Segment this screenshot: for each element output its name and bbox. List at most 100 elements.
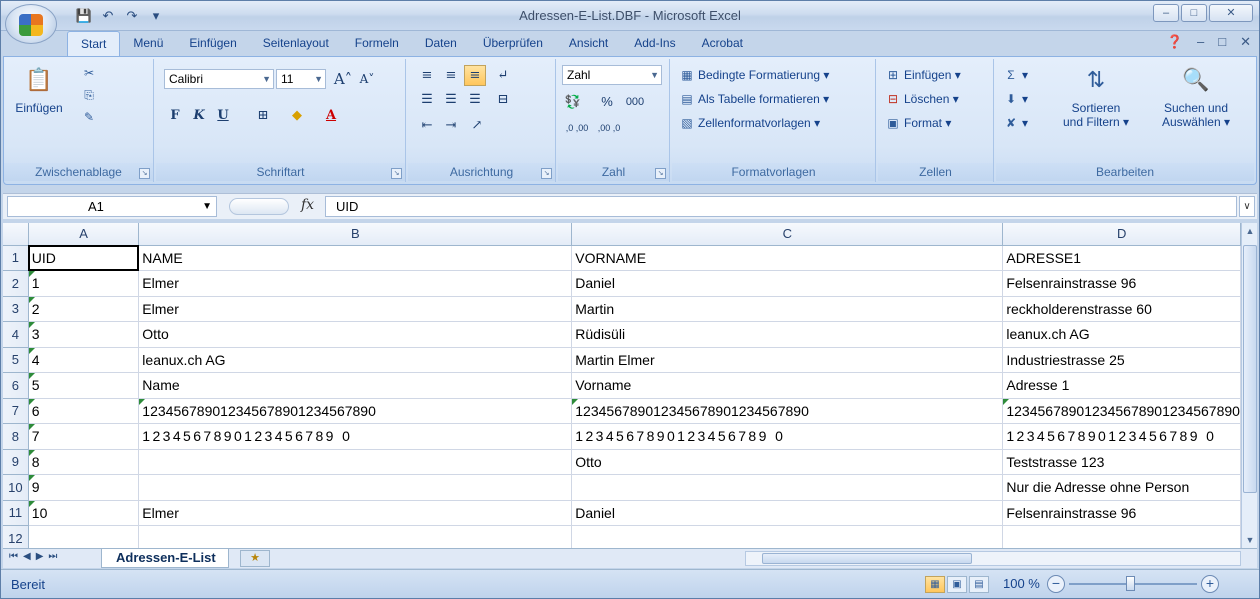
cell-b7[interactable]: 123456789012345678901234567890 (138, 398, 573, 424)
column-header-d[interactable]: D (1002, 223, 1241, 246)
alignment-launcher-icon[interactable]: ↘ (541, 168, 552, 179)
cell-d3[interactable]: reckholderenstrasse 60 (1002, 296, 1241, 322)
cell-d5[interactable]: Industriestrasse 25 (1002, 347, 1241, 373)
cell-a6[interactable]: 5 (28, 372, 140, 399)
cell-b3[interactable]: Elmer (138, 296, 573, 322)
name-box[interactable]: A1 ▼ (7, 196, 217, 217)
align-center-icon[interactable]: ☰ (440, 89, 462, 110)
tab-formulas[interactable]: Formeln (342, 31, 412, 56)
currency-icon[interactable]: 💱 (562, 91, 584, 112)
cell-c3[interactable]: Martin (571, 296, 1004, 322)
decrease-indent-icon[interactable]: ⇤ (416, 115, 438, 136)
cell-a7[interactable]: 6 (28, 398, 140, 424)
tab-acrobat[interactable]: Acrobat (689, 31, 756, 56)
cell-c2[interactable]: Daniel (571, 270, 1004, 297)
row-header[interactable]: 3 (3, 296, 29, 322)
row-header[interactable]: 1 (3, 245, 29, 271)
cell-c9[interactable]: Otto (571, 449, 1004, 475)
find-select-button[interactable]: 🔍 Suchen und Auswählen ▾ (1148, 63, 1244, 129)
thousands-button[interactable]: 000 (620, 91, 650, 112)
prev-sheet-icon[interactable]: ◀ (23, 551, 31, 562)
select-all-corner[interactable] (3, 223, 29, 246)
cell-a5[interactable]: 4 (28, 347, 140, 373)
sheet-tab-adressen[interactable]: Adressen-E-List (101, 549, 229, 568)
format-painter-button[interactable]: ✎ (80, 107, 100, 127)
row-header[interactable]: 9 (3, 449, 29, 475)
cell-styles-button[interactable]: ▧ Zellenformatvorlagen ▾ (678, 113, 820, 133)
first-sheet-icon[interactable]: ⏮ (9, 551, 18, 562)
formula-bar-handle[interactable] (229, 198, 289, 215)
cell-c4[interactable]: Rüdisüli (571, 321, 1004, 348)
wrap-text-icon[interactable]: ↵ (492, 65, 514, 86)
fill-button[interactable]: ⬇ ▾ (1002, 89, 1028, 109)
cell-b12[interactable] (138, 525, 573, 548)
maximize-button[interactable]: □ (1181, 4, 1207, 22)
fill-color-icon[interactable]: ◆ (286, 105, 308, 126)
font-color-icon[interactable]: A (320, 105, 342, 126)
page-break-view-icon[interactable]: ▤ (969, 576, 989, 593)
close-button[interactable]: ✕ (1209, 4, 1253, 22)
tab-menu[interactable]: Menü (120, 31, 176, 56)
zoom-slider-thumb[interactable] (1126, 576, 1135, 591)
cell-b4[interactable]: Otto (138, 321, 573, 348)
bold-button[interactable]: F (164, 105, 186, 126)
cell-b9[interactable] (138, 449, 573, 475)
cell-c6[interactable]: Vorname (571, 372, 1004, 399)
tab-insert[interactable]: Einfügen (176, 31, 249, 56)
ribbon-close-icon[interactable]: ✕ (1240, 34, 1251, 50)
formula-input[interactable]: UID (325, 196, 1237, 217)
cell-d4[interactable]: leanux.ch AG (1002, 321, 1241, 348)
row-header[interactable]: 11 (3, 500, 29, 526)
tab-data[interactable]: Daten (412, 31, 470, 56)
cell-b1[interactable]: NAME (138, 245, 573, 271)
cell-b5[interactable]: leanux.ch AG (138, 347, 573, 373)
cell-b6[interactable]: Name (138, 372, 573, 399)
merge-center-icon[interactable]: ⊟ (492, 89, 514, 110)
sort-filter-button[interactable]: ⇅ Sortieren und Filtern ▾ (1048, 63, 1144, 129)
cell-a4[interactable]: 3 (28, 321, 140, 348)
paste-button[interactable]: 📋 Einfügen (12, 63, 66, 115)
format-cells-button[interactable]: ▣ Format ▾ (884, 113, 951, 133)
row-header[interactable]: 2 (3, 270, 29, 297)
cell-d12[interactable] (1002, 525, 1241, 548)
last-sheet-icon[interactable]: ⏭ (48, 551, 57, 562)
office-button[interactable] (5, 4, 57, 44)
format-as-table-button[interactable]: ▤ Als Tabelle formatieren ▾ (678, 89, 829, 109)
zoom-out-icon[interactable]: − (1047, 575, 1065, 593)
borders-icon[interactable]: ⊞ (252, 105, 274, 126)
cell-d8[interactable]: 1234567890123456789 0 (1002, 423, 1241, 450)
cell-d9[interactable]: Teststrasse 123 (1002, 449, 1241, 475)
row-header[interactable]: 10 (3, 474, 29, 501)
insert-cells-button[interactable]: ⊞ Einfügen ▾ (884, 65, 961, 85)
underline-button[interactable]: U (212, 105, 234, 126)
expand-formula-bar-icon[interactable]: ∨ (1239, 196, 1255, 217)
align-bottom-icon[interactable]: ≡ (464, 65, 486, 86)
cell-a12[interactable] (28, 525, 140, 548)
cell-d10[interactable]: Nur die Adresse ohne Person (1002, 474, 1241, 501)
cell-c10[interactable] (571, 474, 1004, 501)
row-header[interactable]: 6 (3, 372, 29, 399)
column-header-c[interactable]: C (571, 223, 1004, 246)
clear-button[interactable]: ✘ ▾ (1002, 113, 1028, 133)
column-header-b[interactable]: B (138, 223, 573, 246)
row-header[interactable]: 5 (3, 347, 29, 373)
align-left-icon[interactable]: ☰ (416, 89, 438, 110)
row-header[interactable]: 8 (3, 423, 29, 450)
help-icon[interactable]: ❓ (1167, 34, 1183, 50)
cell-c7[interactable]: 123456789012345678901234567890 (571, 398, 1004, 424)
vertical-scroll-thumb[interactable] (1243, 245, 1257, 493)
align-middle-icon[interactable]: ≡ (440, 65, 462, 86)
delete-cells-button[interactable]: ⊟ Löschen ▾ (884, 89, 959, 109)
row-header[interactable]: 12 (3, 525, 29, 548)
font-size-combo[interactable]: 11 ▼ (276, 69, 326, 89)
number-launcher-icon[interactable]: ↘ (655, 168, 666, 179)
tab-page-layout[interactable]: Seitenlayout (250, 31, 342, 56)
cell-b10[interactable] (138, 474, 573, 501)
increase-indent-icon[interactable]: ⇥ (440, 115, 462, 136)
zoom-in-icon[interactable]: + (1201, 575, 1219, 593)
cell-a8[interactable]: 7 (28, 423, 140, 450)
vertical-scrollbar[interactable]: ▲ ▼ (1241, 223, 1257, 548)
cell-a9[interactable]: 8 (28, 449, 140, 475)
cell-c12[interactable] (571, 525, 1004, 548)
clipboard-launcher-icon[interactable]: ↘ (139, 168, 150, 179)
